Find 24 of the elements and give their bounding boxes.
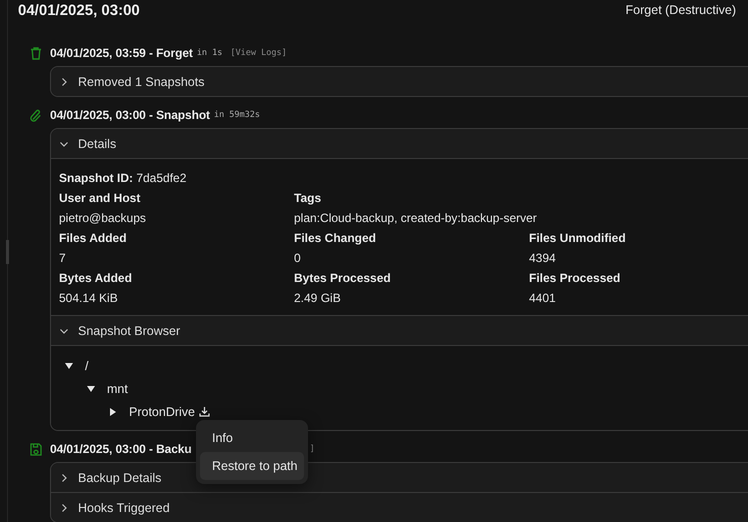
- operation-title: 04/01/2025, 03:59 - Forget: [50, 46, 193, 60]
- field-label: Files Unmodified: [529, 230, 626, 247]
- field-label: Bytes Processed: [294, 270, 391, 287]
- field-label: Files Processed: [529, 270, 620, 287]
- field-label: Files Added: [59, 230, 127, 247]
- field-label: User and Host: [59, 190, 140, 207]
- field-label: Bytes Added: [59, 270, 132, 287]
- operation-type-label: Forget (Destructive): [626, 3, 736, 17]
- field-label: Files Changed: [294, 230, 376, 247]
- field-value: 4394: [529, 250, 556, 267]
- operation-title: 04/01/2025, 03:00 - Backu: [50, 442, 192, 456]
- field-value: plan:Cloud-backup, created-by:backup-server: [294, 210, 537, 227]
- field-value: 0: [294, 250, 301, 267]
- page-title: 04/01/2025, 03:00: [18, 2, 140, 18]
- field-value: 7: [59, 250, 66, 267]
- operation-title: 04/01/2025, 03:00 - Snapshot: [50, 108, 210, 122]
- duration-text: in 1s: [196, 48, 222, 58]
- field-value: 504.14 KiB: [59, 290, 118, 307]
- field-value: 4401: [529, 290, 556, 307]
- field-label: Tags: [294, 190, 322, 207]
- field-value: pietro@backups: [59, 210, 146, 227]
- snapshot-id-text: Snapshot ID: 7da5dfe2: [59, 170, 188, 187]
- field-value: 2.49 GiB: [294, 290, 341, 307]
- duration-text: in 59m32s: [214, 110, 260, 120]
